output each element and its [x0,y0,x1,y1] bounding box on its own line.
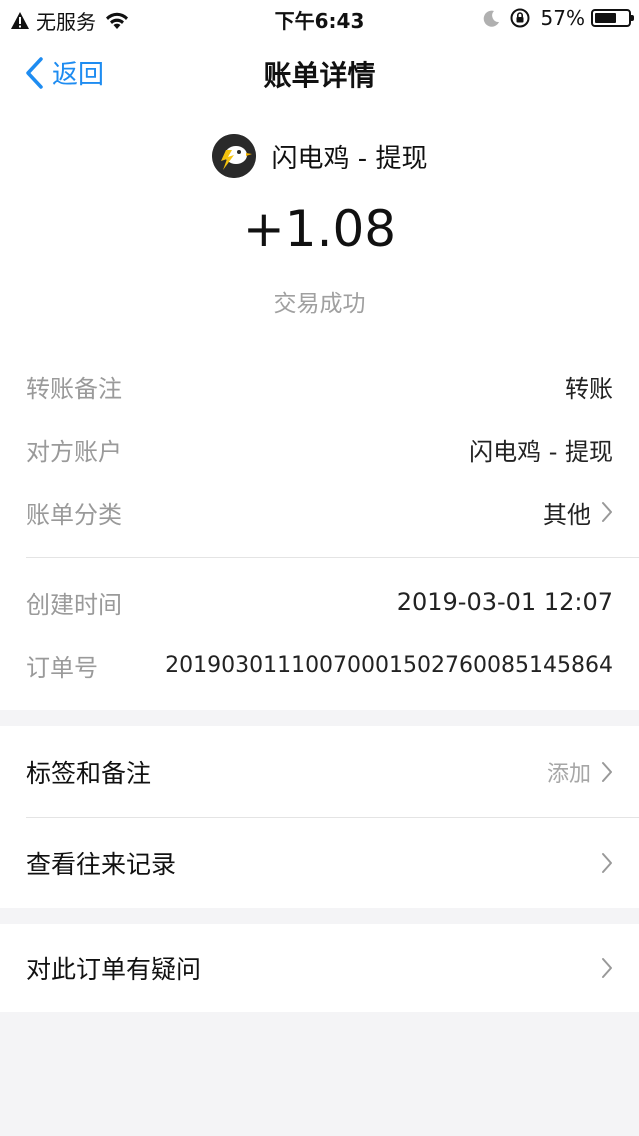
merchant-logo-icon [211,134,256,178]
chevron-right-icon [602,502,612,522]
detail-row-order-number: 订单号 2019030111007000150276008514586​4 [26,645,613,685]
merchant-name: 闪电鸡 - 提现 [271,143,428,174]
detail-label: 订单号 [26,653,98,682]
detail-value: 转账 [565,374,613,403]
battery-icon [591,9,634,27]
detail-label: 账单分类 [26,500,122,529]
chevron-right-icon [602,853,612,873]
nav-bar: 返回 账单详情 [0,36,639,108]
detail-value: 2019030111007000150276008514586​4 [165,652,613,678]
item-right: 添加 [547,756,613,788]
status-bar: 无服务 下午6:43 57% [0,0,639,36]
detail-row-counterparty: 对方账户 闪电鸡 - 提现 [26,429,613,469]
tags-notes-item[interactable]: 标签和备注 添加 [26,726,613,817]
history-item[interactable]: 查看往来记录 [26,818,613,908]
detail-row-category[interactable]: 账单分类 其他 [26,492,613,532]
detail-value: 闪电鸡 - 提现 [469,437,613,466]
rotation-lock-icon [510,8,530,28]
amount: +1.08 [242,200,397,258]
divider [26,557,639,558]
detail-row-created-time: 创建时间 2019-03-01 12:07 [26,582,613,622]
order-question-item[interactable]: 对此订单有疑问 [26,924,613,1012]
detail-label: 创建时间 [26,590,122,619]
detail-label: 转账备注 [26,374,122,403]
category-value[interactable]: 其他 [543,495,613,530]
moon-icon [483,10,499,27]
chevron-right-icon [602,761,612,782]
item-label: 查看往来记录 [26,850,177,879]
action-group: 标签和备注 添加 查看往来记录 [0,726,639,908]
chevron-right-icon [602,958,612,978]
add-hint: 添加 [546,761,591,787]
detail-label: 对方账户 [26,437,122,466]
detail-value: 2019-03-01 12:07 [396,588,613,616]
bill-summary: 闪电鸡 - 提现 +1.08 交易成功 转账备注 转账 对方账户 闪电鸡 - 提… [0,108,639,710]
merchant-header: 闪电鸡 - 提现 [0,134,639,178]
detail-value: 其他 [543,500,591,529]
question-group: 对此订单有疑问 [0,924,639,1012]
item-label: 标签和备注 [26,758,152,788]
status-right: 57% [483,6,634,30]
page-title: 账单详情 [263,59,376,92]
detail-row-remark: 转账备注 转账 [26,366,613,406]
item-label: 对此订单有疑问 [26,955,202,984]
transaction-status: 交易成功 [273,291,366,317]
battery-percent: 57% [540,6,585,30]
item-right [591,957,613,979]
item-right [591,852,613,874]
